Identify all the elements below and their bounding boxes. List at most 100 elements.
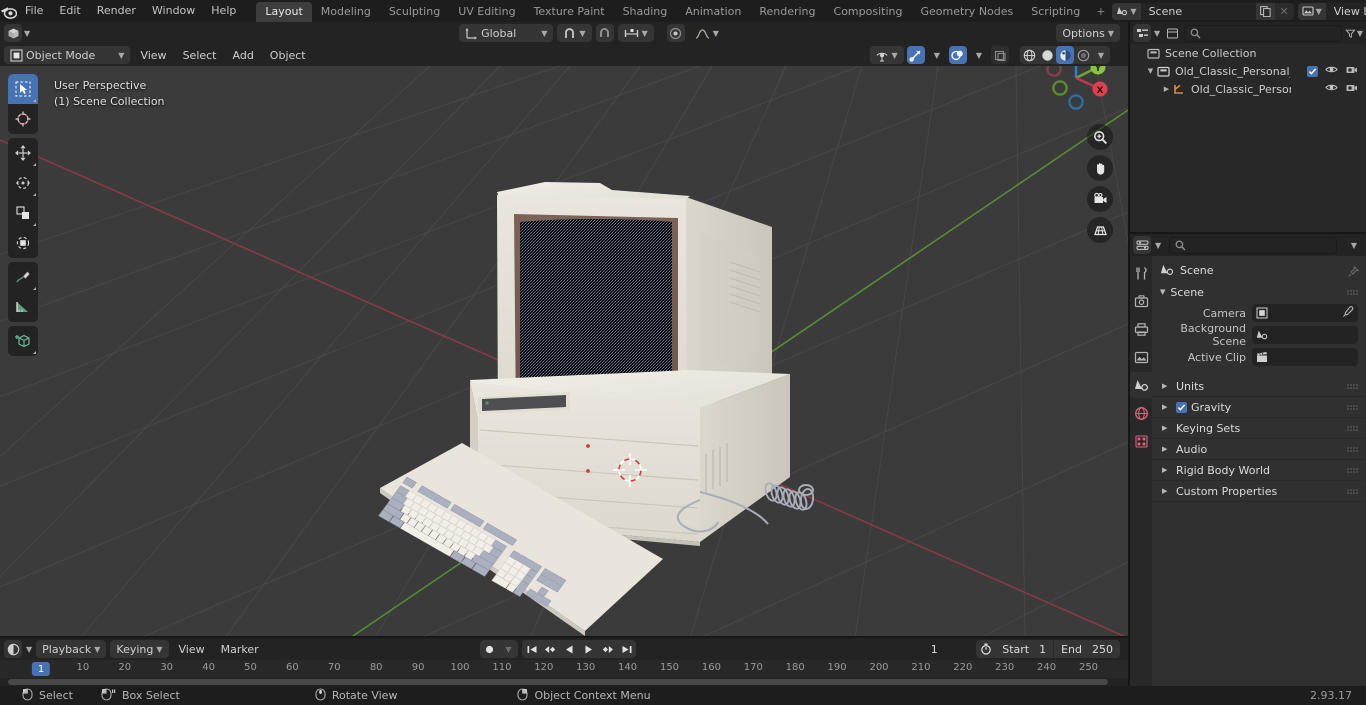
- properties-tab-tool[interactable]: [1132, 264, 1150, 282]
- workspace-tab-rendering[interactable]: Rendering: [750, 2, 824, 23]
- scene-name[interactable]: Scene: [1140, 2, 1256, 20]
- transform-tool[interactable]: [8, 228, 38, 258]
- play-reverse-icon[interactable]: [560, 640, 579, 658]
- overlay-options-dropdown[interactable]: ▼: [970, 46, 988, 64]
- workspace-tab-texture-paint[interactable]: Texture Paint: [525, 2, 614, 23]
- options-dropdown[interactable]: Options ▼: [1056, 24, 1120, 42]
- play-icon[interactable]: [579, 640, 598, 658]
- camera-view-icon[interactable]: [1087, 186, 1113, 212]
- properties-tab-render[interactable]: [1132, 292, 1150, 310]
- timeline-menu-view[interactable]: View: [173, 640, 211, 658]
- panel-custom-properties[interactable]: ▶ Custom Properties: [1152, 481, 1366, 502]
- prev-keyframe-icon[interactable]: [541, 640, 560, 658]
- properties-filter-dropdown[interactable]: ▼: [1345, 236, 1363, 254]
- camera-field[interactable]: [1252, 304, 1358, 322]
- current-frame-field[interactable]: 1: [896, 640, 973, 658]
- properties-editor[interactable]: ▼ ▼ Scene ▼ Scene Camera Background Scen…: [1130, 234, 1366, 686]
- menu-help[interactable]: Help: [203, 2, 244, 20]
- timeline-editor-icon[interactable]: [4, 640, 22, 658]
- next-keyframe-icon[interactable]: [598, 640, 617, 658]
- show-overlays-icon[interactable]: [948, 46, 967, 64]
- auto-keying-options-dropdown[interactable]: ▼: [499, 640, 518, 658]
- jump-end-icon[interactable]: [617, 640, 636, 658]
- panel-keying-sets[interactable]: ▶ Keying Sets: [1152, 418, 1366, 439]
- zoom-icon[interactable]: [1087, 124, 1113, 150]
- scale-tool[interactable]: [8, 198, 38, 228]
- eye-icon[interactable]: [1325, 63, 1338, 79]
- workspace-tab-modeling[interactable]: Modeling: [312, 2, 380, 23]
- editor-type-3dview-icon[interactable]: [4, 24, 22, 42]
- timeline-editor[interactable]: ▼ Playback ▼ Keying ▼ View Marker ▼ 1 St…: [0, 638, 1128, 686]
- viewport-menu-add[interactable]: Add: [227, 46, 260, 64]
- 3d-viewport[interactable]: User Perspective (1) Scene Collection Y …: [0, 22, 1128, 638]
- viewport-menu-select[interactable]: Select: [177, 46, 223, 64]
- camera-icon[interactable]: [1345, 63, 1358, 79]
- timeline-scrubber[interactable]: 10 20 30 40 50 60 70 80 90 100 110 120 130 140 150 160 1…: [0, 660, 1128, 678]
- panel-audio[interactable]: ▶ Audio: [1152, 439, 1366, 460]
- view-layer-name[interactable]: View Layer: [1325, 2, 1366, 20]
- workspace-tab-compositing[interactable]: Compositing: [825, 2, 912, 23]
- timeline-scrollbar[interactable]: [0, 678, 1128, 686]
- xray-toggle-icon[interactable]: [991, 46, 1009, 64]
- auto-keying-record-icon[interactable]: [480, 640, 499, 658]
- shading-rendered-icon[interactable]: [1074, 46, 1092, 64]
- workspace-tab-uv-editing[interactable]: UV Editing: [449, 2, 524, 23]
- add-workspace-button[interactable]: +: [1089, 2, 1112, 22]
- blender-logo-icon[interactable]: [0, 0, 17, 22]
- camera-icon[interactable]: [1345, 81, 1358, 97]
- viewport-menu-object[interactable]: Object: [264, 46, 312, 64]
- collection-checkbox[interactable]: [1307, 65, 1318, 77]
- timeline-menu-marker[interactable]: Marker: [215, 640, 265, 658]
- panel-units[interactable]: ▶ Units: [1152, 376, 1366, 397]
- shading-options-dropdown[interactable]: ▼: [1092, 46, 1110, 64]
- menu-edit[interactable]: Edit: [51, 2, 88, 20]
- start-frame-field[interactable]: Start 1: [995, 640, 1053, 658]
- outliner-search-input[interactable]: [1184, 24, 1342, 42]
- timeline-divider[interactable]: [0, 636, 1128, 638]
- shading-solid-icon[interactable]: [1038, 46, 1056, 64]
- shading-wireframe-icon[interactable]: [1020, 46, 1038, 64]
- move-tool[interactable]: [8, 138, 38, 168]
- workspace-tab-geometry-nodes[interactable]: Geometry Nodes: [911, 2, 1022, 23]
- view-layer-selector[interactable]: ▼ View Layer ✕: [1297, 2, 1366, 20]
- gizmo-options-dropdown[interactable]: ▼: [928, 46, 946, 64]
- scene-selector[interactable]: ▼ Scene ✕: [1112, 2, 1294, 20]
- properties-tab-world[interactable]: [1132, 404, 1150, 422]
- visibility-selectability-dropdown[interactable]: ▼: [869, 46, 904, 64]
- menu-file[interactable]: File: [17, 2, 51, 20]
- outliner-filter-icon[interactable]: ▼: [1345, 24, 1363, 42]
- end-frame-field[interactable]: End 250: [1053, 640, 1120, 658]
- workspace-tab-scripting[interactable]: Scripting: [1022, 2, 1089, 23]
- view-layer-icon[interactable]: ▼: [1297, 2, 1326, 20]
- properties-tab-output[interactable]: [1132, 320, 1150, 338]
- panel-gravity[interactable]: ▶ Gravity: [1152, 397, 1366, 418]
- use-preview-range-icon[interactable]: [976, 640, 995, 658]
- timeline-playhead[interactable]: 1: [31, 662, 51, 676]
- eyedropper-icon[interactable]: [1342, 305, 1354, 321]
- snap-target-dropdown[interactable]: ▼: [617, 24, 654, 42]
- cursor-tool[interactable]: [8, 104, 38, 134]
- timeline-scroll-thumb[interactable]: [8, 679, 1108, 685]
- properties-editor-icon[interactable]: [1133, 236, 1151, 254]
- menu-window[interactable]: Window: [144, 2, 203, 20]
- viewport-menu-view[interactable]: View: [134, 46, 172, 64]
- panel-divider-horizontal[interactable]: [1130, 232, 1366, 234]
- delete-scene-button[interactable]: ✕: [1274, 2, 1294, 20]
- outliner-icon[interactable]: [1133, 24, 1151, 42]
- duplicate-scene-icon[interactable]: [1255, 2, 1275, 20]
- proportional-falloff-dropdown[interactable]: ▼: [689, 24, 725, 42]
- active-clip-field[interactable]: [1252, 348, 1358, 366]
- properties-tab-texture[interactable]: [1132, 432, 1150, 450]
- eye-icon[interactable]: [1325, 81, 1338, 97]
- outliner-row-collection[interactable]: ▼ Old_Classic_Personal_Desktop: [1130, 62, 1366, 80]
- tweak-select-tool[interactable]: [8, 74, 38, 104]
- shading-material-preview-icon[interactable]: [1056, 46, 1074, 64]
- workspace-tab-shading[interactable]: Shading: [614, 2, 677, 23]
- snap-to-dropdown[interactable]: ▼: [557, 24, 592, 42]
- add-cube-tool[interactable]: [8, 326, 38, 356]
- annotate-tool[interactable]: [8, 262, 38, 292]
- outliner-row-scene-collection[interactable]: Scene Collection: [1130, 44, 1366, 62]
- menu-render[interactable]: Render: [89, 2, 144, 20]
- proportional-edit-icon[interactable]: [666, 24, 685, 42]
- panel-divider-vertical[interactable]: [1128, 22, 1130, 686]
